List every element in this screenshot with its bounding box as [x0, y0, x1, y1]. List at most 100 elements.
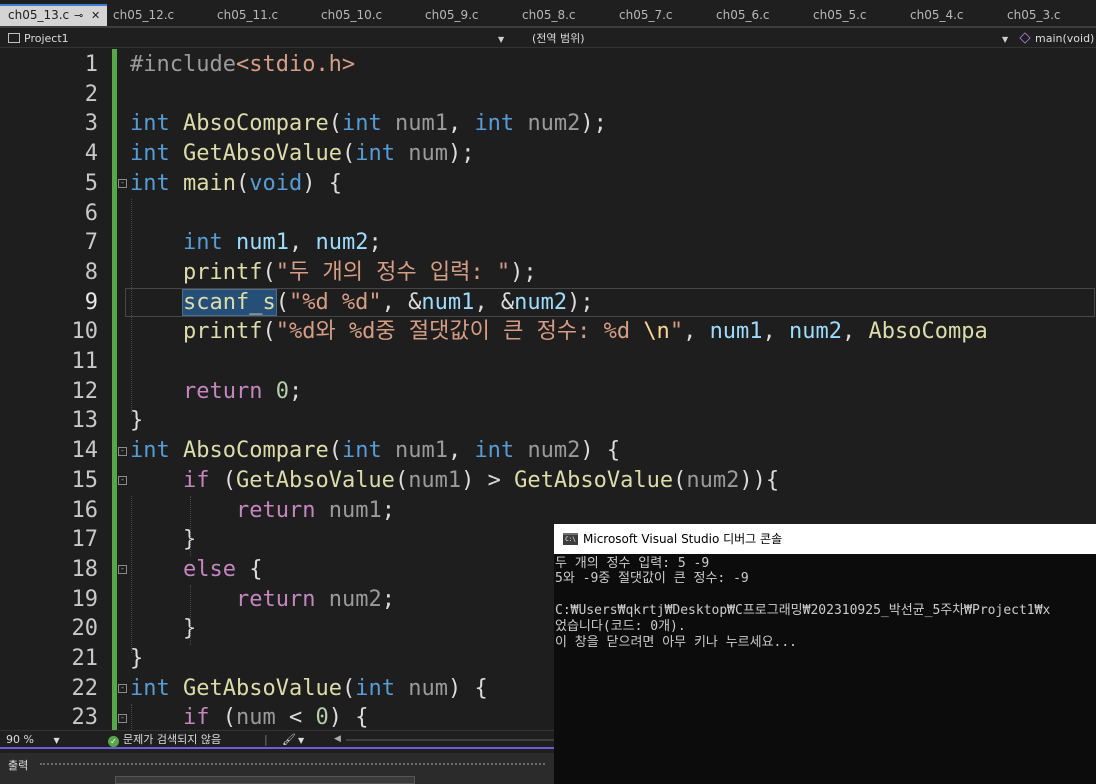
line-number: 23	[71, 705, 99, 730]
tab-ch05-4[interactable]: ch05_4.c	[902, 4, 999, 26]
indent-guide	[190, 496, 191, 556]
code-token: );	[580, 111, 607, 137]
function-label: main(void)	[1035, 32, 1095, 45]
code-token: int	[130, 438, 170, 464]
tab-ch05-5[interactable]: ch05_5.c	[805, 4, 902, 26]
tab-label: ch05_5.c	[813, 8, 867, 22]
code-token: ,	[842, 319, 869, 345]
tab-ch05-8[interactable]: ch05_8.c	[514, 4, 611, 26]
scope-label: (전역 범위)	[532, 32, 585, 45]
fold-collapse-icon[interactable]: -	[118, 684, 127, 693]
code-token: int	[130, 141, 170, 167]
tab-ch05-10[interactable]: ch05_10.c	[313, 4, 417, 26]
code-line[interactable]: int num1, num2;	[130, 228, 382, 258]
code-line[interactable]: int AbsoCompare(int num1, int num2) {	[130, 436, 620, 466]
code-token: printf	[182, 319, 263, 345]
line-number: 8	[84, 259, 98, 285]
code-token: num	[408, 675, 448, 701]
fold-collapse-icon[interactable]: -	[118, 476, 127, 485]
fold-collapse-icon[interactable]: -	[118, 447, 127, 456]
code-token: 0	[275, 378, 289, 404]
change-tracking-bar	[112, 49, 117, 730]
horizontal-scrollbar[interactable]	[346, 739, 554, 741]
code-token: AbsoCompa	[868, 319, 988, 345]
issues-text: 문제가 검색되지 않음	[123, 733, 222, 746]
pin-icon[interactable]: ⊸	[74, 9, 83, 22]
console-line: 두 개의 정수 입력: 5 -9	[555, 556, 710, 571]
code-token: ) {	[328, 705, 369, 730]
close-icon[interactable]: ✕	[91, 9, 100, 22]
code-token: GetAbsoValue	[183, 675, 342, 701]
tab-ch05-7[interactable]: ch05_7.c	[611, 4, 708, 26]
code-token: "	[669, 319, 684, 345]
scope-dropdown[interactable]: (전역 범위) ▼	[532, 31, 1012, 47]
code-token: (	[394, 467, 409, 493]
code-line[interactable]: printf("%d와 %d중 절댓값이 큰 정수: %d \n", num1,…	[130, 317, 988, 347]
tab-ch05-3[interactable]: ch05_3.c	[999, 4, 1096, 26]
tab-label: ch05_13.c	[8, 8, 70, 22]
code-token: \n	[643, 319, 670, 345]
code-token: int	[355, 141, 395, 167]
code-line[interactable]: #include<stdio.h>	[130, 50, 355, 80]
zoom-level: 90 %	[6, 733, 34, 746]
code-line[interactable]: int GetAbsoValue(int num);	[130, 139, 474, 169]
code-token: num2	[789, 319, 843, 345]
zoom-dropdown[interactable]: 90 % ▼	[6, 732, 60, 747]
code-token: ) {	[580, 438, 621, 464]
tab-ch05-9[interactable]: ch05_9.c	[417, 4, 514, 26]
code-line[interactable]: printf("두 개의 정수 입력: ");	[130, 258, 537, 288]
code-token: int	[130, 111, 170, 137]
tab-label: ch05_3.c	[1007, 8, 1061, 22]
code-line[interactable]: return num1;	[130, 496, 395, 526]
code-line[interactable]: int GetAbsoValue(int num) {	[130, 674, 488, 704]
tab-ch05-11[interactable]: ch05_11.c	[209, 4, 313, 26]
code-line[interactable]: return num2;	[130, 585, 395, 615]
code-token: GetAbsoValue	[235, 467, 395, 493]
code-line[interactable]: }	[130, 614, 196, 644]
code-line[interactable]: scanf_s("%d %d", &num1, &num2);	[130, 288, 594, 318]
tab-ch05-13[interactable]: ch05_13.c ⊸ ✕	[0, 4, 107, 26]
code-line[interactable]: else {	[130, 555, 262, 585]
code-token: int	[474, 111, 515, 137]
code-line[interactable]: }	[130, 525, 196, 555]
code-token: printf	[182, 259, 263, 285]
code-token: int	[341, 438, 382, 464]
tab-ch05-12[interactable]: ch05_12.c	[105, 4, 209, 26]
panel-drag-handle[interactable]	[40, 763, 545, 767]
fold-collapse-icon[interactable]: -	[118, 714, 127, 723]
code-line[interactable]: int main(void) {	[130, 169, 342, 199]
code-token: (	[209, 705, 236, 730]
code-line[interactable]: int AbsoCompare(int num1, int num2);	[130, 109, 607, 139]
scroll-left-icon[interactable]: ◀	[334, 732, 341, 747]
cleanup-button[interactable]: 🖌 ▼	[282, 732, 304, 747]
console-title-bar[interactable]: C:\ Microsoft Visual Studio 디버그 콘솔	[554, 524, 1096, 554]
debug-console-window[interactable]: C:\ Microsoft Visual Studio 디버그 콘솔 두 개의 …	[554, 524, 1096, 784]
code-token: (	[328, 438, 342, 464]
function-dropdown[interactable]: main(void)	[1019, 31, 1096, 47]
project-dropdown[interactable]: Project1 ▼	[8, 31, 508, 47]
code-token: (	[275, 289, 289, 315]
code-token: (	[209, 467, 236, 493]
code-token: num1	[394, 438, 448, 464]
check-circle-icon: ✓	[108, 736, 119, 747]
console-app-icon: C:\	[563, 533, 578, 545]
code-line[interactable]: if (GetAbsoValue(num1) > GetAbsoValue(nu…	[130, 466, 779, 496]
console-line: 5와 -9중 절댓값이 큰 정수: -9	[555, 571, 749, 586]
code-line[interactable]: if (num < 0) {	[130, 703, 369, 730]
line-number: 22	[71, 675, 99, 701]
code-token: ,	[762, 319, 790, 345]
code-token: ) >	[461, 467, 515, 493]
fold-collapse-icon[interactable]: -	[118, 179, 127, 188]
tab-ch05-6[interactable]: ch05_6.c	[708, 4, 805, 26]
tab-label: ch05_8.c	[522, 8, 576, 22]
code-line[interactable]: return 0;	[130, 377, 302, 407]
fold-collapse-icon[interactable]: -	[118, 565, 127, 574]
output-source-dropdown[interactable]	[115, 776, 415, 784]
issues-indicator[interactable]: ✓ 문제가 검색되지 않음	[108, 732, 221, 747]
code-token: {	[235, 556, 263, 582]
code-token: num1	[709, 319, 763, 345]
